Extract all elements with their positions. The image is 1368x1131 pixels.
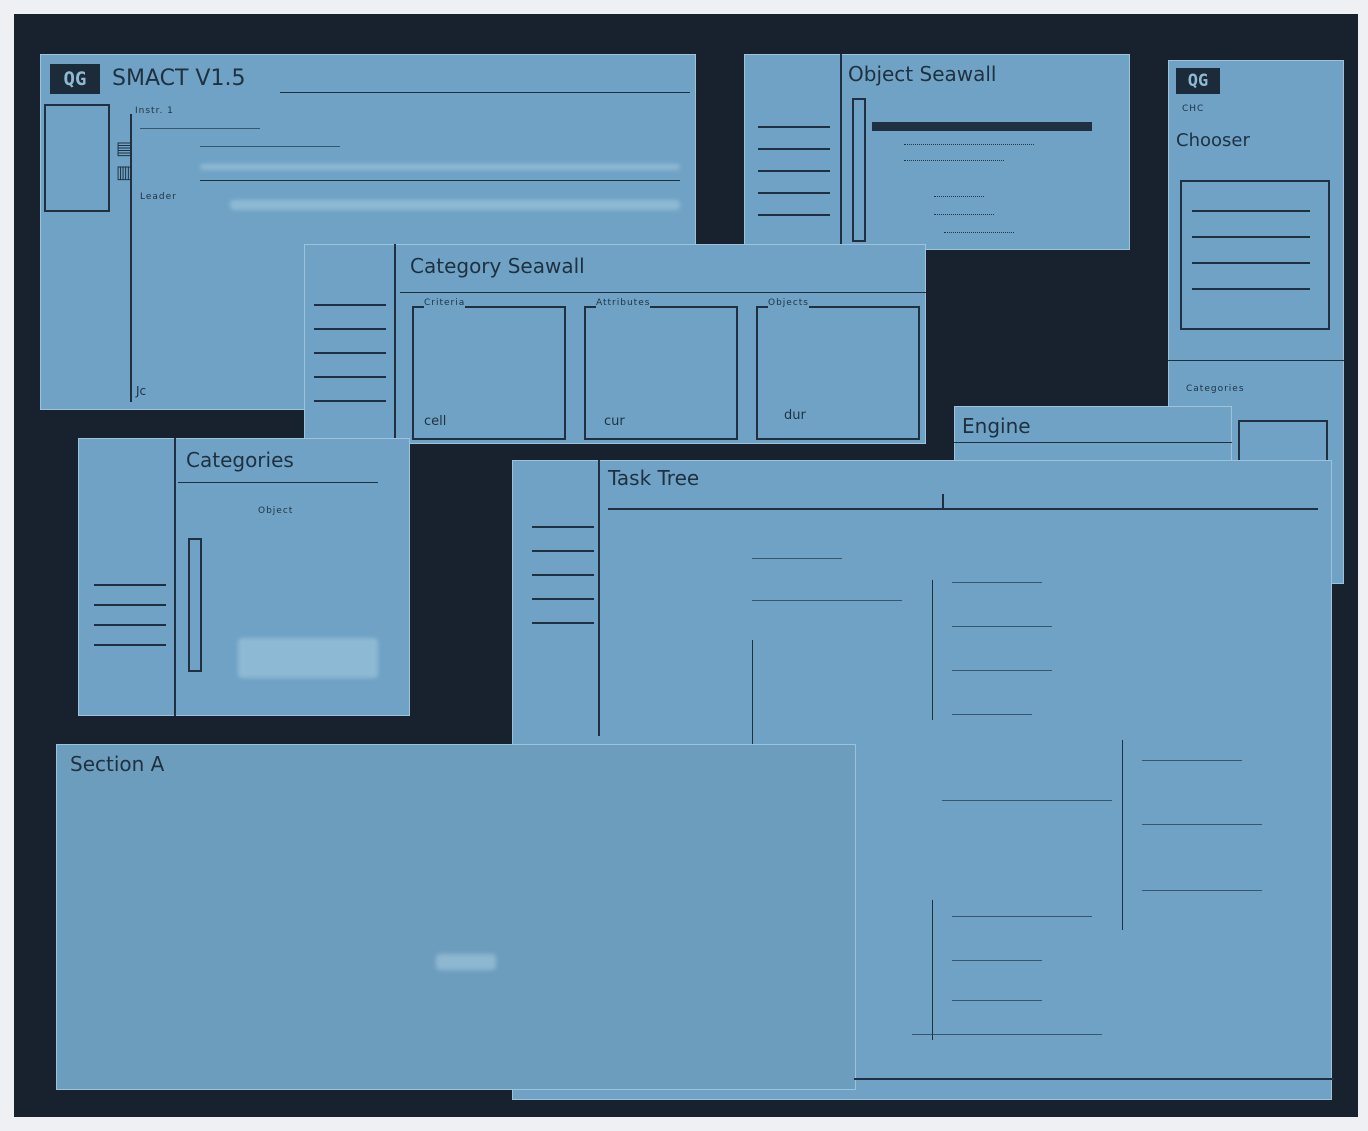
categories-scrollbar[interactable] xyxy=(188,538,202,672)
attributes-label: Attributes xyxy=(596,298,651,308)
info-line-1 xyxy=(140,128,260,129)
object-seawall-window[interactable]: Object Seawall xyxy=(744,54,1130,250)
window-title: Engine xyxy=(962,414,1031,438)
task-sidebar-item-4[interactable] xyxy=(532,598,594,600)
object-scrollbar[interactable] xyxy=(852,98,866,242)
category-sidebar-item-5[interactable] xyxy=(314,400,386,402)
task-tab-rule xyxy=(608,508,1318,510)
category-seawall-window[interactable]: Category Seawall Criteria cell Attribute… xyxy=(304,244,926,444)
task-sidebar-item-2[interactable] xyxy=(532,550,594,552)
tree-node-11[interactable] xyxy=(952,960,1042,961)
window-title: Task Tree xyxy=(608,466,700,490)
category-sidebar-item-3[interactable] xyxy=(314,352,386,354)
selected-row[interactable] xyxy=(872,122,1092,131)
objects-bottom-label: dur xyxy=(784,408,806,423)
tree-connector-3 xyxy=(932,900,933,1040)
category-sidebar-item-2[interactable] xyxy=(314,328,386,330)
title-rule xyxy=(280,92,690,93)
object-row-5[interactable] xyxy=(944,232,1014,234)
tree-connector-2 xyxy=(1122,740,1123,930)
task-sidebar-item-1[interactable] xyxy=(532,526,594,528)
chooser-subtitle: CHC xyxy=(1182,104,1205,114)
tree-node-root[interactable] xyxy=(752,558,842,559)
progress-rule xyxy=(200,180,680,181)
bottom-marker: Jc xyxy=(136,384,147,398)
chooser-item-3[interactable] xyxy=(1192,262,1310,264)
attributes-bottom-label: cur xyxy=(604,414,625,429)
object-sidebar-item-5[interactable] xyxy=(758,214,830,216)
tree-node-3[interactable] xyxy=(952,626,1052,627)
object-sidebar-item-2[interactable] xyxy=(758,148,830,150)
left-vertical-rule xyxy=(130,114,132,402)
window-title: Object Seawall xyxy=(848,62,997,86)
object-sidebar-rule xyxy=(840,54,842,250)
objects-panel[interactable] xyxy=(756,306,920,440)
window-title: Section A xyxy=(70,752,165,776)
section-highlight xyxy=(436,954,496,970)
tree-node-8[interactable] xyxy=(1142,824,1262,825)
chooser-item-1[interactable] xyxy=(1192,210,1310,212)
categories-sidebar-rule xyxy=(174,438,176,716)
task-sidebar-item-3[interactable] xyxy=(532,574,594,576)
task-sidebar-rule xyxy=(598,460,600,736)
highlight-line-1 xyxy=(200,164,680,170)
qg-logo-icon: QG xyxy=(1176,68,1220,94)
side-tool-panel[interactable] xyxy=(44,104,110,212)
object-row-4[interactable] xyxy=(934,214,994,216)
leader-label: Leader xyxy=(140,192,177,202)
chooser-item-4[interactable] xyxy=(1192,288,1310,290)
tree-node-7[interactable] xyxy=(1142,760,1242,761)
object-sidebar-item-3[interactable] xyxy=(758,170,830,172)
tree-node-2[interactable] xyxy=(952,582,1042,583)
object-row-3[interactable] xyxy=(934,196,984,198)
chooser-divider xyxy=(1168,360,1344,361)
categories-column-header: Object xyxy=(258,506,294,516)
category-sidebar-item-4[interactable] xyxy=(314,376,386,378)
menu-item[interactable]: Instr. 1 xyxy=(135,106,174,116)
object-sidebar-item-4[interactable] xyxy=(758,192,830,194)
objects-label: Objects xyxy=(768,298,810,308)
chooser-item-2[interactable] xyxy=(1192,236,1310,238)
criteria-bottom-label: cell xyxy=(424,414,447,429)
tree-node-10[interactable] xyxy=(952,916,1092,917)
window-title: SMACT V1.5 xyxy=(112,66,246,91)
category-sidebar-rule xyxy=(394,244,396,444)
object-sidebar-item-1[interactable] xyxy=(758,126,830,128)
desktop-screen: QG SMACT V1.5 Instr. 1 ▤ ▥ Leader Jc Obj… xyxy=(14,14,1358,1117)
categories-sidebar-item-1[interactable] xyxy=(94,584,166,586)
category-title-rule xyxy=(400,292,926,293)
info-line-2 xyxy=(200,146,340,147)
chooser-footer-label: Categories xyxy=(1186,384,1245,394)
category-sidebar-item-1[interactable] xyxy=(314,304,386,306)
qg-logo-icon: QG xyxy=(50,64,100,94)
categories-selection[interactable] xyxy=(238,638,378,678)
section-bottom-rule xyxy=(854,1078,1334,1080)
object-row-1[interactable] xyxy=(904,144,1034,146)
window-title: Chooser xyxy=(1176,130,1250,151)
categories-sidebar-item-3[interactable] xyxy=(94,624,166,626)
tree-node-1[interactable] xyxy=(752,600,902,601)
tree-node-6[interactable] xyxy=(942,800,1112,801)
highlight-line-2 xyxy=(230,200,680,210)
tree-node-13[interactable] xyxy=(912,1034,1102,1035)
task-tab-divider xyxy=(942,494,944,510)
tree-node-4[interactable] xyxy=(952,670,1052,671)
window-title: Categories xyxy=(186,448,294,472)
task-sidebar-item-5[interactable] xyxy=(532,622,594,624)
categories-window[interactable]: Categories Object xyxy=(78,438,410,716)
categories-title-rule xyxy=(178,482,378,483)
categories-sidebar-item-2[interactable] xyxy=(94,604,166,606)
categories-sidebar-item-4[interactable] xyxy=(94,644,166,646)
window-title: Category Seawall xyxy=(410,254,585,278)
section-a-window[interactable]: Section A xyxy=(56,744,856,1090)
object-row-2[interactable] xyxy=(904,160,1004,162)
tree-connector-root xyxy=(752,640,753,750)
engine-rule xyxy=(954,442,1232,443)
tree-node-5[interactable] xyxy=(952,714,1032,715)
tree-node-9[interactable] xyxy=(1142,890,1262,891)
criteria-label: Criteria xyxy=(424,298,466,308)
tree-connector-1 xyxy=(932,580,933,720)
chooser-list[interactable] xyxy=(1180,180,1330,330)
tree-node-12[interactable] xyxy=(952,1000,1042,1001)
